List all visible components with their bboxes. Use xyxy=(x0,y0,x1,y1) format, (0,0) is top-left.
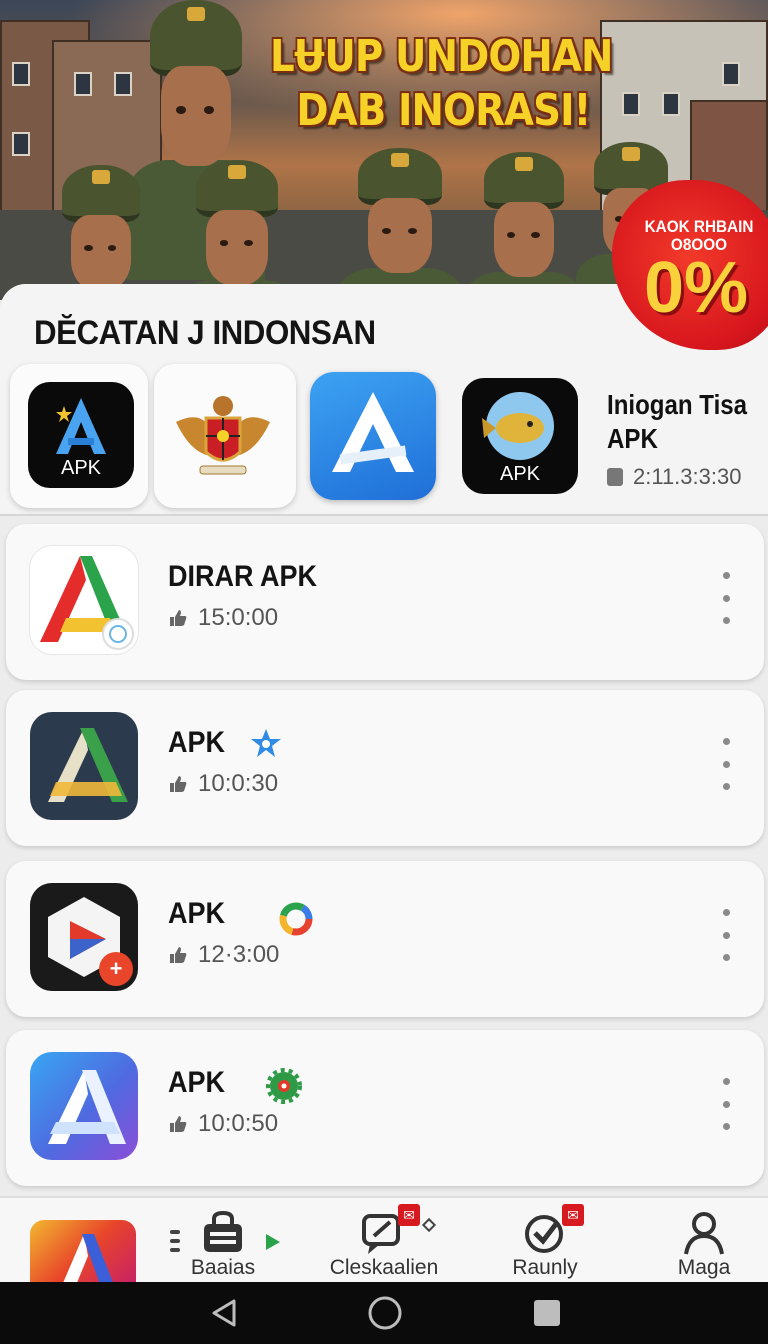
soldier-figure xyxy=(175,160,299,300)
notification-badge: ✉ xyxy=(562,1204,584,1226)
carousel-item-selected[interactable] xyxy=(310,372,436,500)
app-title: APK xyxy=(168,897,226,930)
more-options-icon[interactable] xyxy=(720,572,732,624)
more-options-icon[interactable] xyxy=(720,738,732,790)
featured-app-type: APK xyxy=(607,423,658,454)
google-ring-badge-icon xyxy=(279,902,313,936)
carousel-item[interactable]: APK xyxy=(462,378,578,494)
soldier-figure xyxy=(337,148,463,300)
play-arrow-icon xyxy=(266,1234,280,1250)
blue-star-badge-icon xyxy=(251,729,281,757)
app-thumbnail[interactable] xyxy=(30,1220,136,1290)
soldier-figure xyxy=(42,165,160,300)
app-carousel: APK APK Iniogan Tisa APK 2:11.3:3:30 xyxy=(0,364,768,514)
notification-badge: ✉ xyxy=(398,1204,420,1226)
promo-badge[interactable]: KAOK RHBAIN O8OOO 0% xyxy=(612,180,768,350)
system-navigation-bar xyxy=(0,1282,768,1344)
bag-icon xyxy=(204,1210,242,1252)
soldier-figure xyxy=(464,152,584,300)
app-title: APK xyxy=(168,1066,226,1099)
app-time: 10:0:30 xyxy=(168,770,278,798)
red-green-a-icon xyxy=(30,546,138,654)
nav-item-baaias[interactable]: Baaias xyxy=(180,1208,266,1280)
app-time: 12·3:00 xyxy=(168,941,279,969)
carousel-item[interactable] xyxy=(154,364,296,508)
cube-play-icon: + xyxy=(30,883,138,991)
thumb-up-icon xyxy=(170,776,187,792)
like-icon xyxy=(607,468,623,486)
list-item[interactable]: APK 10:0:30 xyxy=(6,690,764,846)
featured-app-info[interactable]: Iniogan Tisa APK 2:11.3:3:30 xyxy=(607,388,768,490)
featured-app-name: Iniogan Tisa xyxy=(607,389,748,420)
svg-text:+: + xyxy=(110,956,123,981)
dark-a-icon xyxy=(30,712,138,820)
app-title: APK xyxy=(168,726,226,759)
carousel-item[interactable]: APK xyxy=(10,364,148,508)
list-item[interactable]: + APK 12·3:00 xyxy=(6,861,764,1017)
app-screen: LɄUP UNDOHAN DAB INORASI! KAOK RHBAIN O8… xyxy=(0,0,768,1344)
app-time: 10:0:50 xyxy=(168,1110,278,1138)
promo-percent: 0% xyxy=(643,248,749,328)
gradient-a-icon xyxy=(30,1052,138,1160)
list-item[interactable]: DIRAR APK 15:0:00 xyxy=(6,524,764,680)
home-icon[interactable] xyxy=(354,1282,416,1344)
nav-item-cleskaalien[interactable]: ✉ Cleskaalien xyxy=(326,1204,442,1280)
more-options-icon[interactable] xyxy=(720,909,732,961)
green-gear-badge-icon xyxy=(266,1068,302,1104)
featured-app-meta: 2:11.3:3:30 xyxy=(607,464,768,490)
person-icon xyxy=(684,1212,724,1255)
back-icon[interactable] xyxy=(194,1282,256,1344)
list-item[interactable]: APK 10:0:50 xyxy=(6,1030,764,1186)
apk-store-icon: APK xyxy=(28,382,134,488)
app-title: DIRAR APK xyxy=(168,560,318,593)
recents-icon[interactable] xyxy=(516,1282,578,1344)
app-store-icon xyxy=(310,372,436,500)
thumb-up-icon xyxy=(170,947,187,963)
app-time: 15:0:00 xyxy=(168,604,278,632)
nav-item-raunly[interactable]: ✉ Raunly xyxy=(500,1204,590,1280)
garuda-emblem-icon xyxy=(170,382,276,488)
nav-item-maga[interactable]: Maga xyxy=(664,1208,744,1280)
hero-headline: LɄUP UNDOHAN DAB INORASI! xyxy=(270,31,613,136)
thumb-up-icon xyxy=(170,610,187,626)
more-options-icon[interactable] xyxy=(720,1078,732,1130)
bottom-navigation: Baaias ✉ Cleskaalien ✉ Raunly Maga xyxy=(0,1196,768,1290)
thumb-up-icon xyxy=(170,1116,187,1132)
section-title: DĔCATAN J INDONSAN xyxy=(34,314,376,352)
